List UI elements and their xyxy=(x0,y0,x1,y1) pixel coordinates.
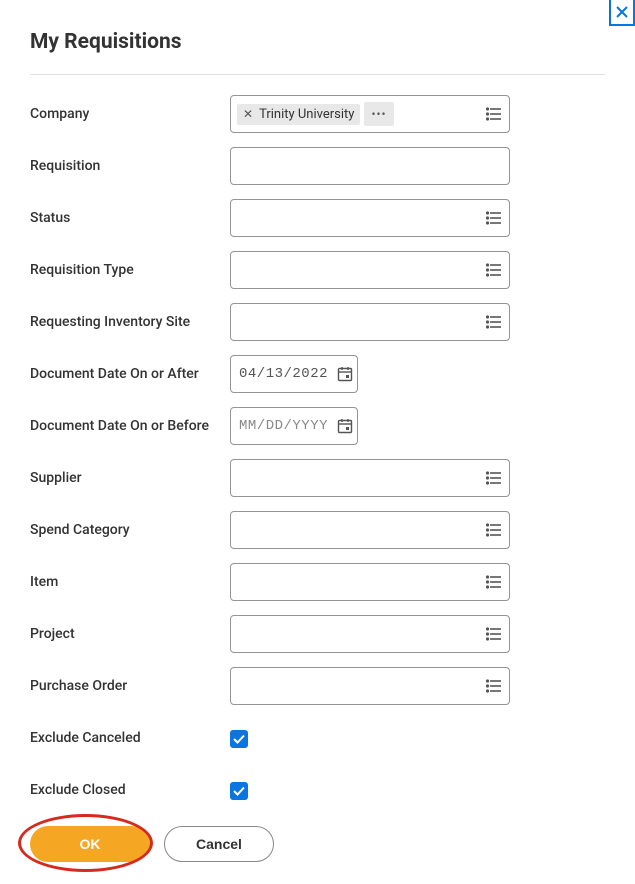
row-supplier: Supplier xyxy=(30,459,605,497)
item-select[interactable] xyxy=(230,563,510,601)
list-icon xyxy=(485,105,503,123)
date-after-input[interactable]: 04/13/2022 xyxy=(230,355,358,393)
row-item: Item xyxy=(30,563,605,601)
row-date-after: Document Date On or After 04/13/2022 xyxy=(30,355,605,393)
exclude-canceled-checkbox[interactable] xyxy=(230,730,248,748)
spend-category-select[interactable] xyxy=(230,511,510,549)
row-requisition-type: Requisition Type xyxy=(30,251,605,289)
supplier-select[interactable] xyxy=(230,459,510,497)
chip-label: Trinity University xyxy=(259,107,354,122)
list-icon xyxy=(485,469,503,487)
ok-button[interactable]: OK xyxy=(30,826,150,862)
close-icon xyxy=(616,6,628,18)
label-date-after: Document Date On or After xyxy=(30,366,230,382)
label-requisition-type: Requisition Type xyxy=(30,262,230,278)
list-icon xyxy=(485,625,503,643)
label-supplier: Supplier xyxy=(30,470,230,486)
row-inventory-site: Requesting Inventory Site xyxy=(30,303,605,341)
date-before-input[interactable]: MM/DD/YYYY xyxy=(230,407,358,445)
row-date-before: Document Date On or Before MM/DD/YYYY xyxy=(30,407,605,445)
row-company: Company ✕ Trinity University ••• xyxy=(30,95,605,133)
label-requisition: Requisition xyxy=(30,158,230,174)
footer: OK Cancel xyxy=(0,804,635,884)
list-icon xyxy=(485,573,503,591)
requisition-input[interactable] xyxy=(230,147,510,185)
form-scroll-area[interactable]: My Requisitions Company ✕ Trinity Univer… xyxy=(0,0,635,804)
row-exclude-canceled: Exclude Canceled xyxy=(30,719,605,757)
company-chip[interactable]: ✕ Trinity University xyxy=(237,104,360,125)
row-exclude-closed: Exclude Closed xyxy=(30,771,605,804)
list-icon xyxy=(485,677,503,695)
calendar-icon[interactable] xyxy=(336,417,354,435)
company-select[interactable]: ✕ Trinity University ••• xyxy=(230,95,510,133)
status-select[interactable] xyxy=(230,199,510,237)
label-exclude-canceled: Exclude Canceled xyxy=(30,730,230,746)
list-icon xyxy=(485,313,503,331)
list-icon xyxy=(485,261,503,279)
list-icon xyxy=(485,209,503,227)
row-project: Project xyxy=(30,615,605,653)
label-exclude-closed: Exclude Closed xyxy=(30,782,230,798)
calendar-icon[interactable] xyxy=(336,365,354,383)
date-before-placeholder: MM/DD/YYYY xyxy=(239,418,328,434)
list-icon xyxy=(485,521,503,539)
label-item: Item xyxy=(30,574,230,590)
label-company: Company xyxy=(30,106,230,122)
chip-remove-icon[interactable]: ✕ xyxy=(243,107,253,121)
cancel-button[interactable]: Cancel xyxy=(164,826,274,862)
date-after-value: 04/13/2022 xyxy=(239,366,328,382)
page-title: My Requisitions xyxy=(30,30,605,75)
project-select[interactable] xyxy=(230,615,510,653)
label-status: Status xyxy=(30,210,230,226)
requisition-type-select[interactable] xyxy=(230,251,510,289)
exclude-closed-checkbox[interactable] xyxy=(230,782,248,800)
inventory-site-select[interactable] xyxy=(230,303,510,341)
label-date-before: Document Date On or Before xyxy=(30,418,230,434)
label-purchase-order: Purchase Order xyxy=(30,678,230,694)
row-spend-category: Spend Category xyxy=(30,511,605,549)
close-button[interactable] xyxy=(609,0,635,26)
row-purchase-order: Purchase Order xyxy=(30,667,605,705)
check-icon xyxy=(233,734,245,744)
purchase-order-select[interactable] xyxy=(230,667,510,705)
label-inventory-site: Requesting Inventory Site xyxy=(30,314,230,330)
label-spend-category: Spend Category xyxy=(30,522,230,538)
row-requisition: Requisition xyxy=(30,147,605,185)
row-status: Status xyxy=(30,199,605,237)
chip-more-icon[interactable]: ••• xyxy=(364,102,393,126)
check-icon xyxy=(233,786,245,796)
label-project: Project xyxy=(30,626,230,642)
